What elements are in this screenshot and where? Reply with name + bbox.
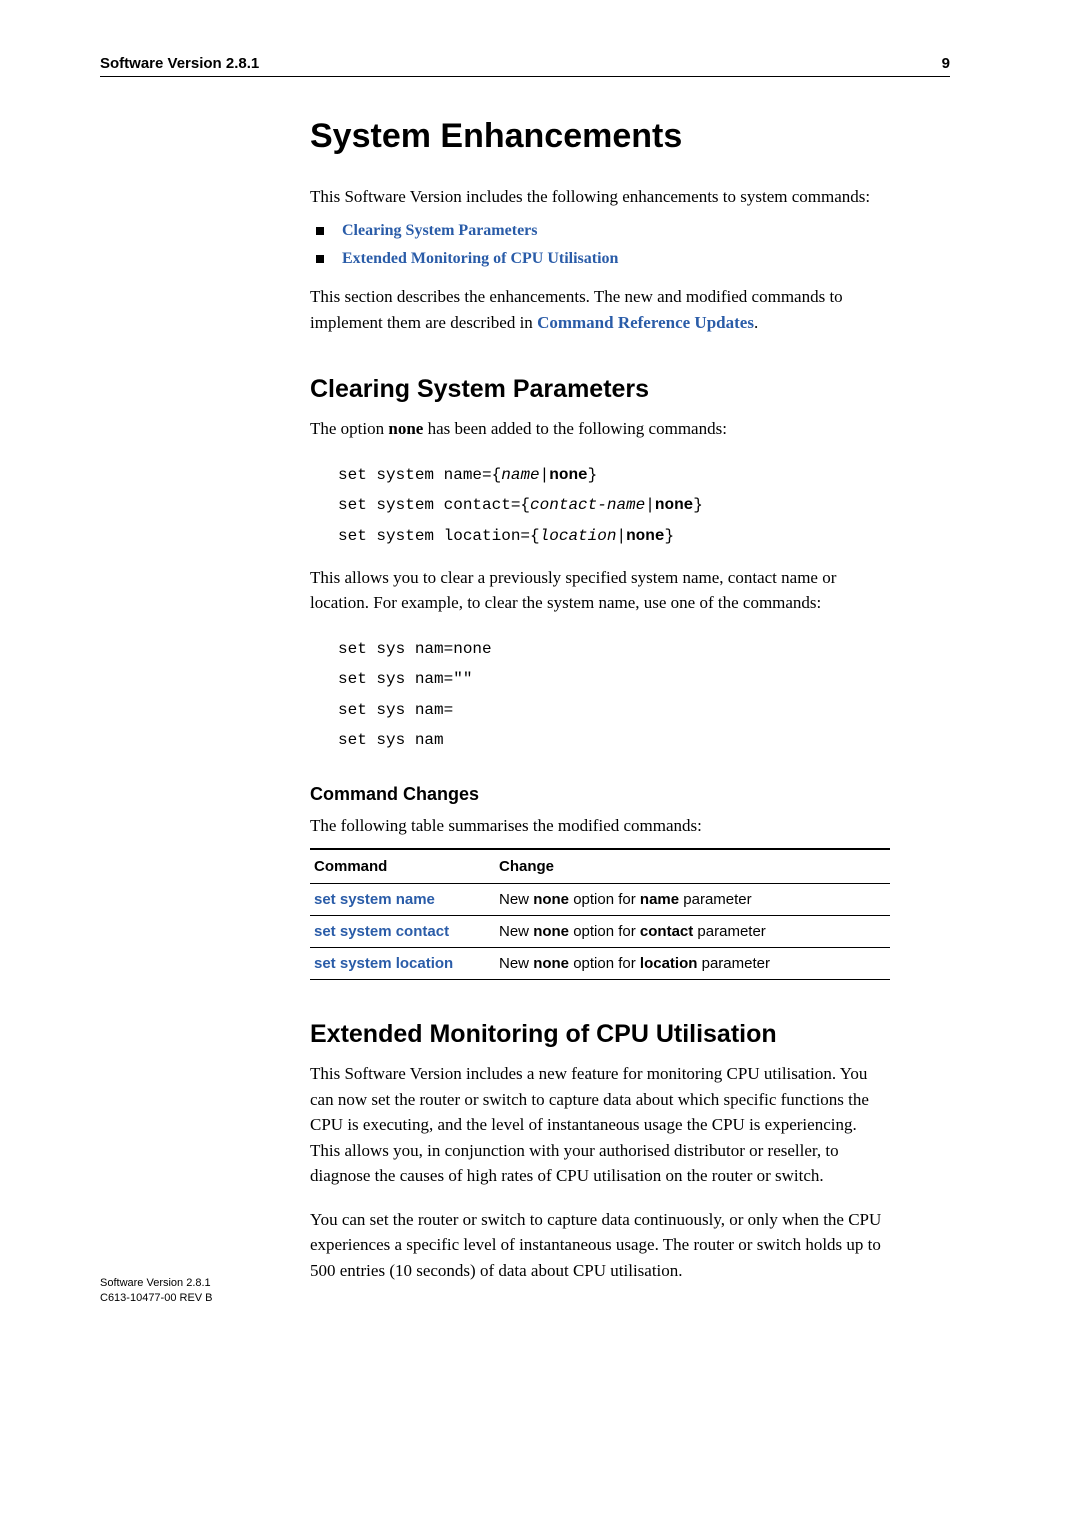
table-row: set system name New none option for name… (310, 884, 890, 916)
section-clearing-title: Clearing System Parameters (310, 375, 890, 404)
toc-item: Clearing System Parameters (310, 220, 890, 242)
txt: New (499, 955, 533, 972)
code-text: | (616, 527, 626, 545)
intro-after-post: . (754, 313, 758, 332)
csp-lead: The option none has been added to the fo… (310, 416, 890, 442)
subsection-command-changes: Command Changes (310, 784, 890, 805)
command-changes-table: Command Change set system name New none … (310, 848, 890, 980)
subsection-intro: The following table summarises the modif… (310, 813, 890, 839)
cpu-p2: You can set the router or switch to capt… (310, 1207, 890, 1284)
code-param: name (501, 466, 539, 484)
link-set-system-name[interactable]: set system name (314, 891, 435, 908)
link-set-system-location[interactable]: set system location (314, 955, 453, 972)
txt: parameter (693, 923, 766, 940)
txt: option for (569, 923, 640, 940)
code-block-examples: set sys nam=none set sys nam="" set sys … (338, 634, 890, 756)
txt: New (499, 923, 533, 940)
code-keyword: none (626, 527, 664, 545)
txt-bold: none (533, 891, 569, 908)
csp-lead-pre: The option (310, 419, 388, 438)
page-number: 9 (942, 55, 950, 72)
toc-item: Extended Monitoring of CPU Utilisation (310, 248, 890, 270)
code-text: | (540, 466, 550, 484)
txt: New (499, 891, 533, 908)
code-line: set system location={location|none} (338, 521, 890, 551)
table-cell-change: New none option for name parameter (495, 884, 890, 916)
code-keyword: none (549, 466, 587, 484)
section-cpu-title: Extended Monitoring of CPU Utilisation (310, 1020, 890, 1049)
txt-bold: name (640, 891, 679, 908)
code-param: location (540, 527, 617, 545)
table-cell-change: New none option for contact parameter (495, 916, 890, 948)
code-line: set sys nam=none (338, 634, 890, 664)
code-line: set sys nam (338, 725, 890, 755)
page-title: System Enhancements (310, 117, 890, 156)
code-keyword: none (655, 496, 693, 514)
txt: parameter (679, 891, 752, 908)
toc-link-clearing[interactable]: Clearing System Parameters (342, 222, 538, 239)
csp-lead-bold: none (388, 419, 423, 438)
toc-link-cpu[interactable]: Extended Monitoring of CPU Utilisation (342, 250, 618, 267)
txt-bold: none (533, 923, 569, 940)
code-line: set sys nam="" (338, 664, 890, 694)
code-line: set sys nam= (338, 695, 890, 725)
footer-line-2: C613-10477-00 REV B (100, 1291, 213, 1306)
table-row: set system location New none option for … (310, 948, 890, 980)
txt: option for (569, 955, 640, 972)
txt-bold: location (640, 955, 698, 972)
table-header-command: Command (310, 849, 495, 884)
code-text: set system contact={ (338, 496, 530, 514)
txt-bold: none (533, 955, 569, 972)
cpu-p1: This Software Version includes a new fea… (310, 1061, 890, 1189)
code-text: } (588, 466, 598, 484)
running-header: Software Version 2.8.1 9 (100, 55, 950, 77)
csp-mid: This allows you to clear a previously sp… (310, 565, 890, 616)
code-text: } (664, 527, 674, 545)
code-text: } (693, 496, 703, 514)
table-cell-change: New none option for location parameter (495, 948, 890, 980)
page-footer: Software Version 2.8.1 C613-10477-00 REV… (100, 1276, 213, 1306)
code-line: set system contact={contact-name|none} (338, 490, 890, 520)
link-set-system-contact[interactable]: set system contact (314, 923, 449, 940)
link-command-reference-updates[interactable]: Command Reference Updates (537, 313, 754, 332)
table-header-change: Change (495, 849, 890, 884)
code-param: contact-name (530, 496, 645, 514)
table-row: set system contact New none option for c… (310, 916, 890, 948)
code-line: set system name={name|none} (338, 460, 890, 490)
header-left: Software Version 2.8.1 (100, 55, 259, 72)
txt: option for (569, 891, 640, 908)
txt: parameter (697, 955, 770, 972)
table-header-row: Command Change (310, 849, 890, 884)
intro-after-list: This section describes the enhancements.… (310, 284, 890, 335)
code-text: set system location={ (338, 527, 540, 545)
code-block-syntax: set system name={name|none} set system c… (338, 460, 890, 551)
intro-text: This Software Version includes the follo… (310, 184, 890, 210)
csp-lead-post: has been added to the following commands… (423, 419, 727, 438)
txt-bold: contact (640, 923, 693, 940)
code-text: | (645, 496, 655, 514)
toc-list: Clearing System Parameters Extended Moni… (310, 220, 890, 271)
footer-line-1: Software Version 2.8.1 (100, 1276, 213, 1291)
code-text: set system name={ (338, 466, 501, 484)
